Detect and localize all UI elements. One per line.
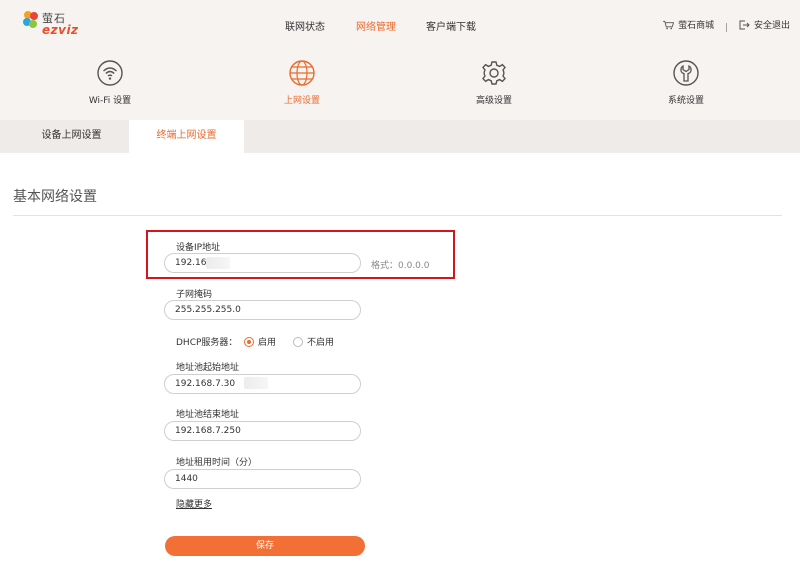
header-links: 萤石商城 | 安全退出 (663, 18, 790, 33)
globe-icon (289, 60, 315, 86)
nav-network-management[interactable]: 网络管理 (356, 18, 396, 33)
logout-link[interactable]: 安全退出 (739, 18, 790, 31)
cart-icon (663, 20, 675, 29)
pool-end-input[interactable]: 192.168.7.250 (164, 421, 361, 441)
lease-time-label: 地址租用时间（分） (176, 458, 258, 468)
feature-advanced-settings[interactable]: 高级设置 (434, 60, 554, 106)
lease-time-value: 1440 (175, 474, 198, 484)
subnet-mask-input[interactable]: 255.255.255.0 (164, 300, 361, 320)
tab-device-internet-settings[interactable]: 设备上网设置 (14, 120, 129, 153)
device-ip-input[interactable]: 192.168 (164, 253, 361, 273)
feature-wifi-settings[interactable]: Wi-Fi 设置 (50, 60, 170, 106)
redacted-mask (244, 377, 268, 389)
feature-internet-label: 上网设置 (283, 96, 320, 106)
feature-internet-settings[interactable]: 上网设置 (242, 60, 362, 106)
dhcp-enable-radio[interactable]: 启用 (244, 335, 276, 348)
logout-link-label: 安全退出 (753, 21, 790, 31)
device-ip-format-hint: 格式：0.0.0.0 (371, 261, 430, 271)
dhcp-enable-label: 启用 (258, 338, 277, 348)
subnet-mask-value: 255.255.255.0 (175, 305, 241, 315)
shop-link[interactable]: 萤石商城 (663, 18, 714, 31)
shop-link-label: 萤石商城 (678, 21, 715, 31)
logout-icon (739, 20, 750, 29)
header-separator: | (725, 22, 729, 33)
dhcp-disable-radio[interactable]: 不启用 (293, 335, 334, 348)
feature-wifi-label: Wi-Fi 设置 (88, 96, 132, 106)
pool-start-value: 192.168.7.30 (175, 379, 236, 389)
sub-tabs: 设备上网设置 终端上网设置 (0, 120, 800, 153)
wrench-icon (673, 60, 699, 86)
radio-selected-indicator (244, 336, 254, 347)
lease-time-input[interactable]: 1440 (164, 469, 361, 489)
device-ip-label: 设备IP地址 (176, 243, 221, 253)
pool-end-value: 192.168.7.250 (175, 426, 241, 436)
feature-system-label: 系统设置 (667, 96, 704, 106)
section-title: 基本网络设置 (13, 189, 97, 205)
nav-network-status[interactable]: 联网状态 (285, 18, 325, 33)
feature-advanced-label: 高级设置 (475, 96, 512, 106)
wifi-icon (97, 60, 123, 86)
save-button[interactable]: 保存 (165, 536, 365, 556)
radio-unselected-indicator (293, 336, 303, 347)
subnet-mask-label: 子网掩码 (176, 290, 213, 300)
gear-icon (482, 61, 506, 85)
nav-client-download[interactable]: 客户端下载 (426, 18, 476, 33)
redacted-ip-mask (206, 257, 230, 269)
section-divider (13, 215, 782, 216)
pool-end-label: 地址池结束地址 (176, 410, 240, 420)
feature-system-settings[interactable]: 系统设置 (626, 60, 746, 106)
hide-more-link[interactable]: 隐藏更多 (176, 497, 212, 510)
dhcp-disable-label: 不启用 (307, 338, 335, 348)
tab-terminal-internet-settings[interactable]: 终端上网设置 (129, 120, 244, 153)
pool-start-label: 地址池起始地址 (176, 363, 240, 373)
dhcp-label: DHCP服务器： (176, 338, 238, 348)
top-header: 萤石 ezviz 联网状态 网络管理 客户端下载 萤石商城 | 安全退出 Wi-… (0, 0, 800, 120)
